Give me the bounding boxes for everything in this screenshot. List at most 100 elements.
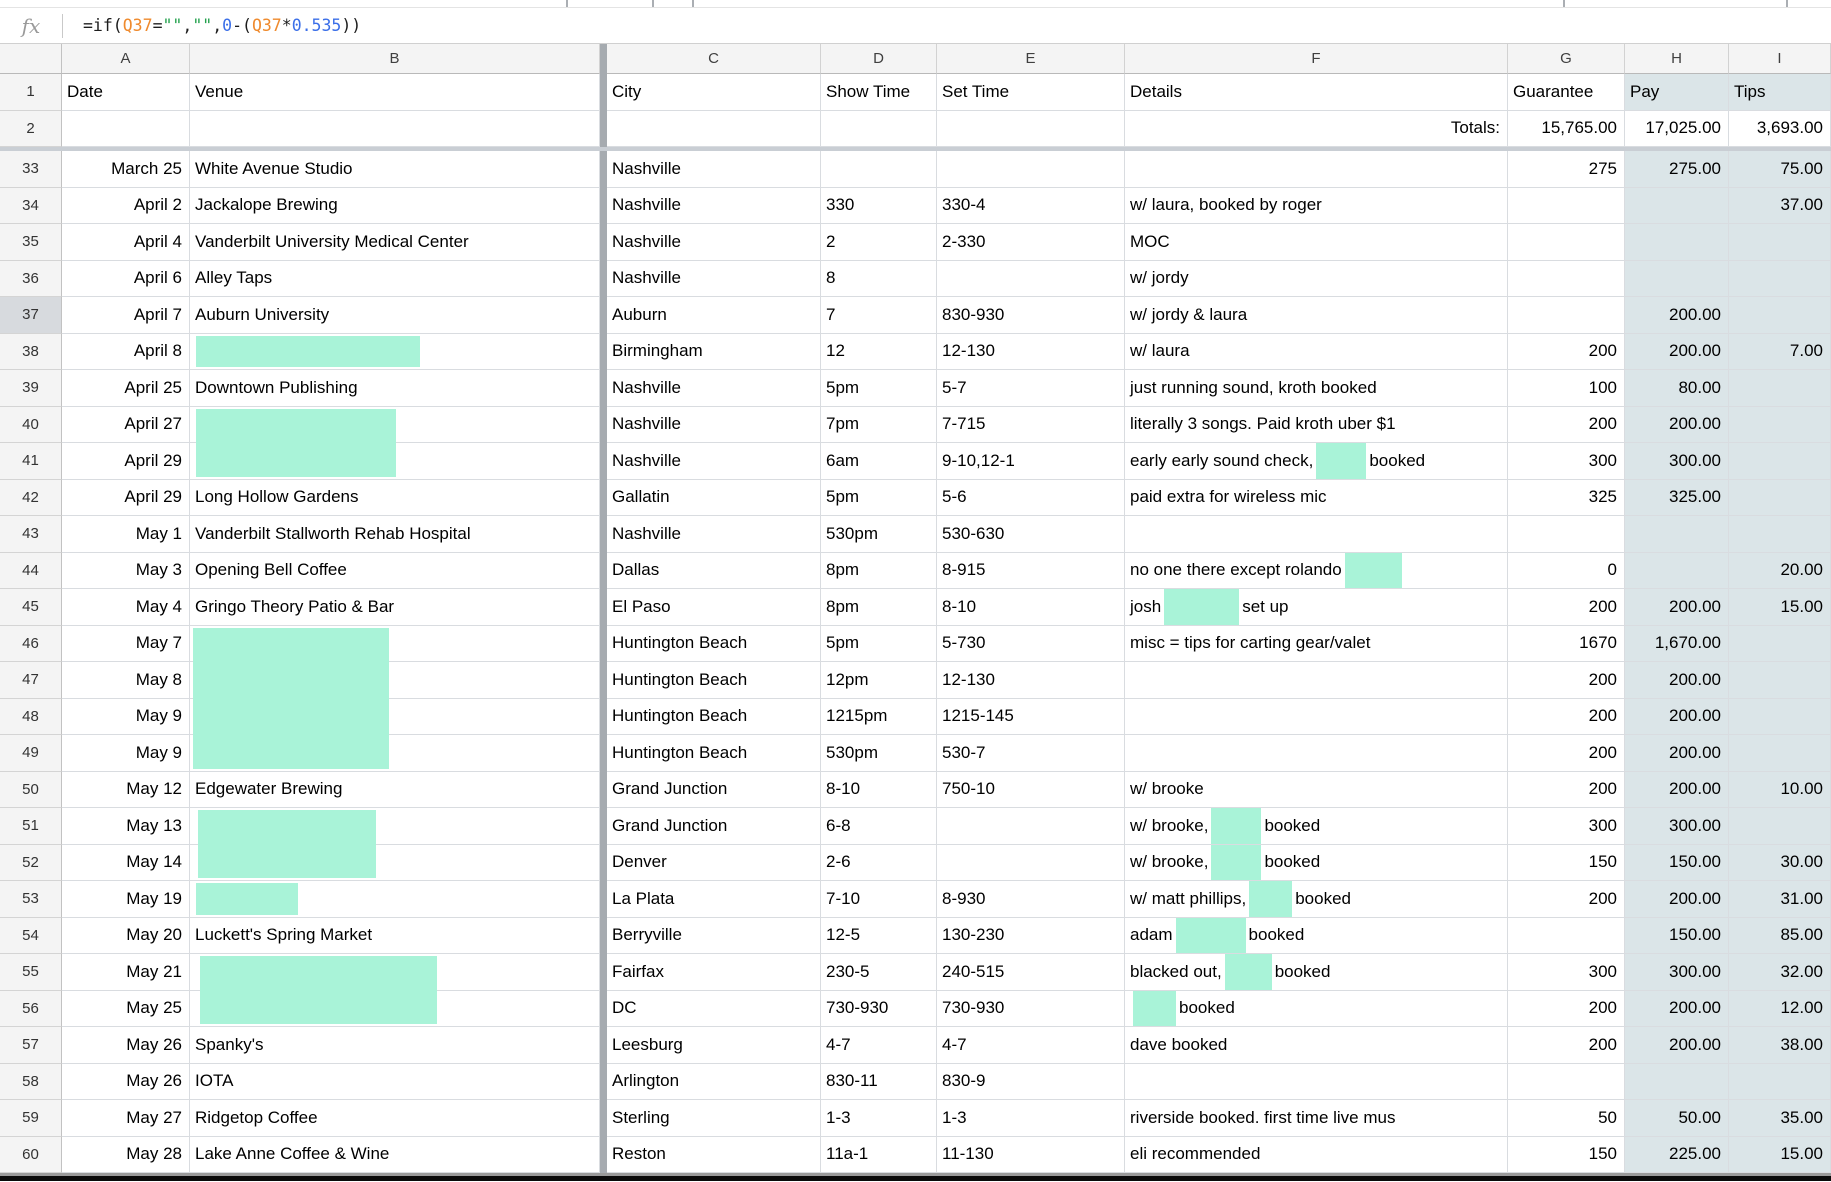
- row-header-52[interactable]: 52: [0, 845, 62, 882]
- cell-E56[interactable]: 730-930: [937, 991, 1125, 1028]
- cell-E59[interactable]: 1-3: [937, 1100, 1125, 1137]
- cell-D57[interactable]: 4-7: [821, 1027, 937, 1064]
- cell-E45[interactable]: 8-10: [937, 589, 1125, 626]
- cell-E44[interactable]: 8-915: [937, 553, 1125, 590]
- cell-I48[interactable]: [1729, 699, 1831, 736]
- cell-D50[interactable]: 8-10: [821, 772, 937, 809]
- row-header-46[interactable]: 46: [0, 626, 62, 663]
- cell-F41[interactable]: early early sound check,booked: [1125, 443, 1508, 480]
- cell-A39[interactable]: April 25: [62, 370, 190, 407]
- cell-B46[interactable]: [190, 626, 600, 663]
- cell-H42[interactable]: 325.00: [1625, 480, 1729, 517]
- cell-C44[interactable]: Dallas: [607, 553, 821, 590]
- cell-E39[interactable]: 5-7: [937, 370, 1125, 407]
- cell-F50[interactable]: w/ brooke: [1125, 772, 1508, 809]
- cell-E40[interactable]: 7-715: [937, 407, 1125, 444]
- cell-G37[interactable]: [1508, 297, 1625, 334]
- cell-E1[interactable]: Set Time: [937, 74, 1125, 111]
- cell-D43[interactable]: 530pm: [821, 516, 937, 553]
- cell-C52[interactable]: Denver: [607, 845, 821, 882]
- cell-D48[interactable]: 1215pm: [821, 699, 937, 736]
- cell-F43[interactable]: [1125, 516, 1508, 553]
- cell-G47[interactable]: 200: [1508, 662, 1625, 699]
- cell-H58[interactable]: [1625, 1064, 1729, 1101]
- cell-E51[interactable]: [937, 808, 1125, 845]
- cell-B36[interactable]: Alley Taps: [190, 261, 600, 298]
- cell-B58[interactable]: IOTA: [190, 1064, 600, 1101]
- cell-I41[interactable]: [1729, 443, 1831, 480]
- cell-H37[interactable]: 200.00: [1625, 297, 1729, 334]
- cell-B33[interactable]: White Avenue Studio: [190, 151, 600, 188]
- column-header-E[interactable]: E: [937, 44, 1125, 74]
- cell-C41[interactable]: Nashville: [607, 443, 821, 480]
- cell-B40[interactable]: [190, 407, 600, 444]
- cell-C34[interactable]: Nashville: [607, 188, 821, 225]
- cell-H52[interactable]: 150.00: [1625, 845, 1729, 882]
- cell-G52[interactable]: 150: [1508, 845, 1625, 882]
- cell-A52[interactable]: May 14: [62, 845, 190, 882]
- cell-B44[interactable]: Opening Bell Coffee: [190, 553, 600, 590]
- cell-E49[interactable]: 530-7: [937, 735, 1125, 772]
- column-header-F[interactable]: F: [1125, 44, 1508, 74]
- cell-B1[interactable]: Venue: [190, 74, 600, 111]
- cell-F51[interactable]: w/ brooke,booked: [1125, 808, 1508, 845]
- cell-I43[interactable]: [1729, 516, 1831, 553]
- cell-A54[interactable]: May 20: [62, 918, 190, 955]
- corner-cell[interactable]: [0, 44, 62, 74]
- cell-D36[interactable]: 8: [821, 261, 937, 298]
- cell-I36[interactable]: [1729, 261, 1831, 298]
- cell-C43[interactable]: Nashville: [607, 516, 821, 553]
- cell-I47[interactable]: [1729, 662, 1831, 699]
- cell-E43[interactable]: 530-630: [937, 516, 1125, 553]
- frozen-column-divider[interactable]: [600, 44, 607, 74]
- cell-H56[interactable]: 200.00: [1625, 991, 1729, 1028]
- cell-H40[interactable]: 200.00: [1625, 407, 1729, 444]
- cell-D41[interactable]: 6am: [821, 443, 937, 480]
- cell-G44[interactable]: 0: [1508, 553, 1625, 590]
- cell-A44[interactable]: May 3: [62, 553, 190, 590]
- cell-F39[interactable]: just running sound, kroth booked: [1125, 370, 1508, 407]
- cell-H35[interactable]: [1625, 224, 1729, 261]
- cell-D49[interactable]: 530pm: [821, 735, 937, 772]
- cell-A48[interactable]: May 9: [62, 699, 190, 736]
- cell-C53[interactable]: La Plata: [607, 881, 821, 918]
- cell-A47[interactable]: May 8: [62, 662, 190, 699]
- cell-A34[interactable]: April 2: [62, 188, 190, 225]
- cell-I2[interactable]: 3,693.00: [1729, 111, 1831, 148]
- cell-I37[interactable]: [1729, 297, 1831, 334]
- cell-C59[interactable]: Sterling: [607, 1100, 821, 1137]
- cell-D51[interactable]: 6-8: [821, 808, 937, 845]
- cell-G42[interactable]: 325: [1508, 480, 1625, 517]
- cell-A56[interactable]: May 25: [62, 991, 190, 1028]
- cell-A57[interactable]: May 26: [62, 1027, 190, 1064]
- row-header-40[interactable]: 40: [0, 407, 62, 444]
- cell-B48[interactable]: [190, 699, 600, 736]
- cell-F38[interactable]: w/ laura: [1125, 334, 1508, 371]
- row-header-41[interactable]: 41: [0, 443, 62, 480]
- cell-F34[interactable]: w/ laura, booked by roger: [1125, 188, 1508, 225]
- cell-G45[interactable]: 200: [1508, 589, 1625, 626]
- cell-B34[interactable]: Jackalope Brewing: [190, 188, 600, 225]
- cell-D56[interactable]: 730-930: [821, 991, 937, 1028]
- cell-H59[interactable]: 50.00: [1625, 1100, 1729, 1137]
- cell-I38[interactable]: 7.00: [1729, 334, 1831, 371]
- cell-C46[interactable]: Huntington Beach: [607, 626, 821, 663]
- cell-B49[interactable]: [190, 735, 600, 772]
- row-header-1[interactable]: 1: [0, 74, 62, 111]
- cell-B41[interactable]: [190, 443, 600, 480]
- cell-C42[interactable]: Gallatin: [607, 480, 821, 517]
- cell-G38[interactable]: 200: [1508, 334, 1625, 371]
- cell-I49[interactable]: [1729, 735, 1831, 772]
- cell-B55[interactable]: [190, 954, 600, 991]
- cell-G50[interactable]: 200: [1508, 772, 1625, 809]
- cell-B47[interactable]: [190, 662, 600, 699]
- cell-F56[interactable]: booked: [1125, 991, 1508, 1028]
- cell-G41[interactable]: 300: [1508, 443, 1625, 480]
- cell-C48[interactable]: Huntington Beach: [607, 699, 821, 736]
- row-header-57[interactable]: 57: [0, 1027, 62, 1064]
- cell-F44[interactable]: no one there except rolando: [1125, 553, 1508, 590]
- cell-E34[interactable]: 330-4: [937, 188, 1125, 225]
- row-header-59[interactable]: 59: [0, 1100, 62, 1137]
- row-header-36[interactable]: 36: [0, 261, 62, 298]
- row-header-38[interactable]: 38: [0, 334, 62, 371]
